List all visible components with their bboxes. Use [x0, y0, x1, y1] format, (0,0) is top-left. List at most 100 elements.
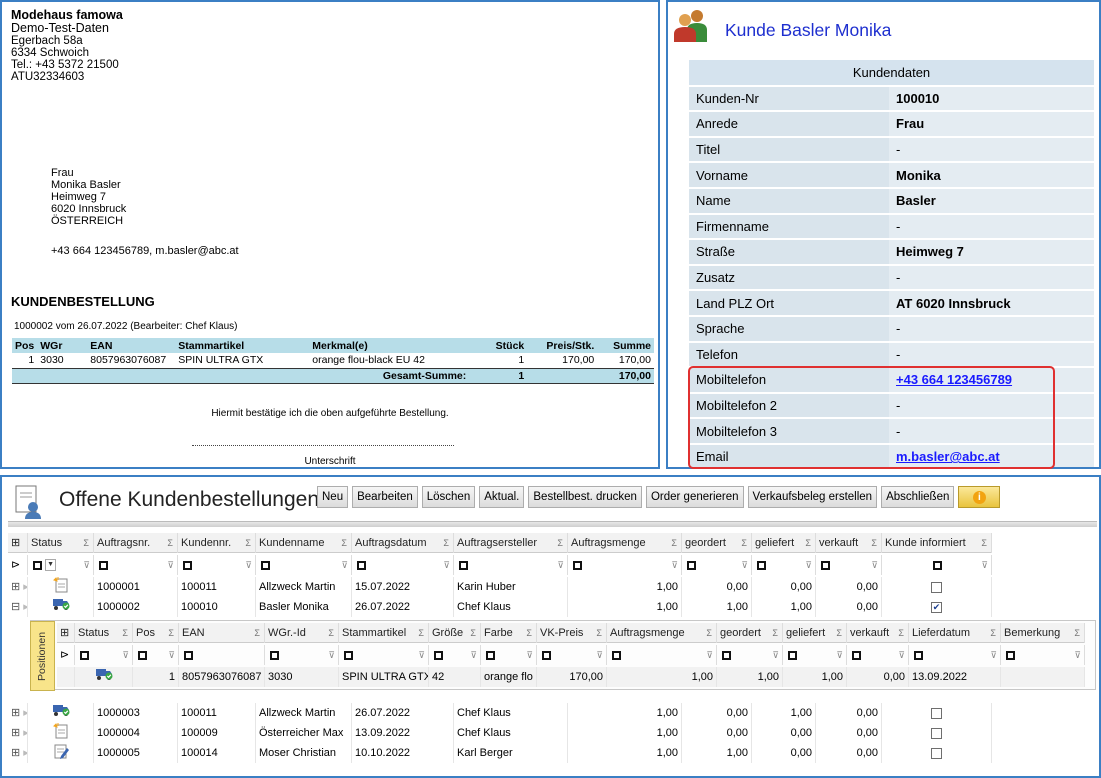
edit-button[interactable]: Bearbeiten [352, 486, 418, 508]
delivered-qty: 0,00 [752, 577, 816, 597]
table-row[interactable]: ⊞ ▸ 1000001100011Allzweck Martin15.07.202… [8, 577, 992, 597]
order-creator: Chef Klaus [454, 597, 568, 617]
order-qty: 1,00 [568, 577, 682, 597]
delivery-truck-icon [28, 703, 94, 723]
positions-filter-icon[interactable]: ⊳ [57, 645, 75, 665]
recipient-address: Frau Monika Basler Heimweg 7 6020 Innsbr… [51, 167, 126, 227]
col-customer-no[interactable]: Kundennr. Σ [178, 533, 256, 553]
orders-grid-header: ⊞ Status Σ Auftragsnr. Σ Kundennr. Σ Kunden… [8, 533, 992, 553]
expand-row-icon[interactable]: ⊞ ▸ [8, 703, 28, 723]
filter-customer-informed[interactable]: ⊽ [882, 555, 992, 575]
col-order-qty[interactable]: Auftragsmenge Σ [568, 533, 682, 553]
field-mobile: Mobiltelefon +43 664 123456789 [689, 367, 1094, 394]
filter-order-creator[interactable]: ⊽ [454, 555, 568, 575]
filter-delivered[interactable]: ⊽ [752, 555, 816, 575]
email-link[interactable]: m.basler@abc.at [896, 449, 1000, 464]
positions-tab[interactable]: Positionen [30, 621, 55, 691]
pcol-note[interactable]: Bemerkung Σ [1001, 623, 1085, 643]
customer-informed-checkbox[interactable] [931, 581, 942, 593]
delete-button[interactable]: Löschen [421, 486, 476, 508]
pcol-article[interactable]: Stammartikel Σ [339, 623, 429, 643]
collapse-row-icon[interactable]: ⊟ ▸ [8, 597, 28, 617]
sold-qty: 0,00 [816, 723, 882, 743]
pcol-sold[interactable]: verkauft Σ [847, 623, 909, 643]
field-first-name: Vorname Monika [689, 162, 1094, 189]
ordered-qty: 0,00 [682, 703, 752, 723]
filter-order-qty[interactable]: ⊽ [568, 555, 682, 575]
customer-informed-checkbox[interactable] [931, 727, 942, 739]
pcol-delivery-date[interactable]: Lieferdatum Σ [909, 623, 1001, 643]
customer-informed-cell [882, 703, 992, 723]
col-order-no[interactable]: Auftragsnr. Σ [94, 533, 178, 553]
filter-status[interactable]: ▼ ⊽ [28, 555, 94, 575]
orders-document-icon [15, 485, 41, 519]
sender-subtitle: Demo-Test-Daten [11, 21, 109, 35]
expand-row-icon[interactable]: ⊞ ▸ [8, 743, 28, 763]
recipient-contact: +43 664 123456789, m.basler@abc.at [51, 245, 239, 257]
close-order-button[interactable]: Abschließen [881, 486, 955, 508]
col-ordered[interactable]: geordert Σ [682, 533, 752, 553]
pcol-price[interactable]: VK-Preis Σ [537, 623, 607, 643]
col-sold[interactable]: verkauft Σ [816, 533, 882, 553]
col-customer-informed[interactable]: Kunde informiert Σ [882, 533, 992, 553]
pcol-ean[interactable]: EAN Σ [179, 623, 265, 643]
col-customer-name[interactable]: Kundenname Σ [256, 533, 352, 553]
customer-number: 100011 [178, 703, 256, 723]
print-confirmation-button[interactable]: Bestellbest. drucken [528, 486, 642, 508]
pcol-size[interactable]: Größe Σ [429, 623, 481, 643]
mobile-link[interactable]: +43 664 123456789 [896, 372, 1012, 387]
col-order-date[interactable]: Auftragsdatum Σ [352, 533, 454, 553]
refresh-button[interactable]: Aktual. [479, 486, 525, 508]
customer-informed-cell [882, 723, 992, 743]
expand-row-icon[interactable]: ⊞ ▸ [8, 723, 28, 743]
table-row[interactable]: ⊞ ▸ 1000005100014Moser Christian10.10.202… [8, 743, 992, 763]
order-creator: Karin Huber [454, 577, 568, 597]
col-order-creator[interactable]: Auftragsersteller Σ [454, 533, 568, 553]
pcol-qty[interactable]: Auftragsmenge Σ [607, 623, 717, 643]
document-meta: 1000002 vom 26.07.2022 (Bearbeiter: Chef… [14, 321, 238, 332]
position-row[interactable]: 1 8057963076087 3030 SPIN ULTRA GTX 42 o… [57, 667, 1085, 687]
customer-informed-cell: ✔ [882, 597, 992, 617]
expand-row-icon[interactable]: ⊞ ▸ [8, 577, 28, 597]
splitter[interactable] [8, 521, 1097, 527]
filter-customer-no[interactable]: ⊽ [178, 555, 256, 575]
customer-name: Allzweck Martin [256, 577, 352, 597]
customer-number: 100010 [178, 597, 256, 617]
table-row[interactable]: ⊞ ▸ 1000003100011Allzweck Martin26.07.202… [8, 703, 992, 723]
pcol-pos[interactable]: Pos Σ [133, 623, 179, 643]
recipient-salutation: Frau [51, 167, 74, 179]
table-row[interactable]: ⊟ ▸ 1000002100010Basler Monika26.07.2022C… [8, 597, 992, 617]
sold-qty: 0,00 [816, 597, 882, 617]
field-email: Email m.basler@abc.at [689, 443, 1094, 467]
info-button[interactable]: i [958, 486, 1001, 508]
generate-order-button[interactable]: Order generieren [645, 486, 744, 508]
open-orders-panel: Offene Kundenbestellungen Neu Bearbeiten… [0, 475, 1101, 778]
ordered-qty: 0,00 [682, 723, 752, 743]
pcol-ordered[interactable]: geordert Σ [717, 623, 783, 643]
create-sales-receipt-button[interactable]: Verkaufsbeleg erstellen [747, 486, 878, 508]
pcol-color[interactable]: Farbe Σ [481, 623, 537, 643]
sender-phone: Tel.: +43 5372 21500 [11, 59, 119, 71]
column-chooser-icon[interactable]: ⊞ [8, 533, 28, 553]
filter-sold[interactable]: ⊽ [816, 555, 882, 575]
filter-customer-name[interactable]: ⊽ [256, 555, 352, 575]
filter-order-no[interactable]: ⊽ [94, 555, 178, 575]
pcol-wgr-id[interactable]: WGr.-Id Σ [265, 623, 339, 643]
customer-informed-checkbox[interactable] [931, 707, 942, 719]
col-price: Preis/Stk. [527, 338, 598, 353]
filter-icon[interactable]: ⊳ [8, 555, 28, 575]
customer-informed-checkbox[interactable]: ✔ [931, 601, 942, 613]
positions-column-chooser-icon[interactable]: ⊞ [57, 623, 75, 643]
customer-name: Allzweck Martin [256, 703, 352, 723]
pcol-delivered[interactable]: geliefert Σ [783, 623, 847, 643]
new-button[interactable]: Neu [317, 486, 349, 508]
col-status[interactable]: Status Σ [28, 533, 94, 553]
filter-order-date[interactable]: ⊽ [352, 555, 454, 575]
filter-ordered[interactable]: ⊽ [682, 555, 752, 575]
order-qty: 1,00 [568, 743, 682, 763]
table-row[interactable]: ⊞ ▸ 1000004100009Österreicher Max13.09.20… [8, 723, 992, 743]
delivered-qty: 1,00 [752, 597, 816, 617]
pcol-status[interactable]: Status Σ [75, 623, 133, 643]
customer-informed-checkbox[interactable] [931, 747, 942, 759]
col-delivered[interactable]: geliefert Σ [752, 533, 816, 553]
